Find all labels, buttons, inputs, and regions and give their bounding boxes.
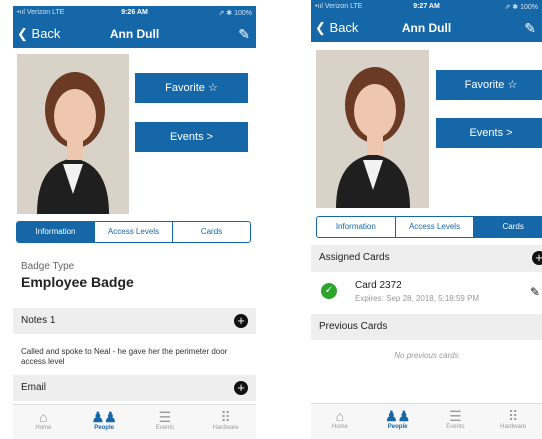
- tab-home-label: Home: [331, 424, 348, 430]
- tab-access-levels[interactable]: Access Levels: [394, 217, 474, 237]
- tab-people[interactable]: ♟♟ People: [74, 405, 135, 439]
- add-card-icon[interactable]: +: [532, 251, 542, 265]
- previous-cards-header: Previous Cards: [311, 314, 542, 340]
- battery-status: ⇗ ✱ 100%: [218, 10, 252, 17]
- tab-home-label: Home: [35, 425, 52, 431]
- profile-photo: [316, 50, 429, 208]
- tab-home[interactable]: ⌂ Home: [311, 404, 369, 439]
- home-icon: ⌂: [39, 409, 48, 425]
- tab-hardware-label: Hardware: [500, 424, 527, 430]
- battery-status: ⇗ ✱ 100%: [504, 4, 538, 11]
- badge-type-label: Badge Type: [21, 261, 75, 272]
- tab-events-label: Events: [155, 425, 175, 431]
- people-icon: ♟♟: [385, 408, 411, 424]
- edit-icon[interactable]: ✎: [238, 26, 250, 43]
- badge-type-value: Employee Badge: [21, 274, 134, 290]
- events-button[interactable]: Events >: [135, 122, 248, 152]
- favorite-button[interactable]: Favorite ☆: [135, 73, 248, 103]
- tab-information[interactable]: Information: [317, 217, 395, 237]
- favorite-button[interactable]: Favorite ☆: [436, 70, 542, 100]
- list-icon: ☰: [449, 408, 462, 424]
- list-icon: ☰: [158, 409, 172, 425]
- bottom-tab-bar: ⌂ Home ♟♟ People ☰ Events ⠿ Hardware: [311, 403, 542, 439]
- add-email-icon[interactable]: +: [234, 381, 248, 395]
- profile-photo: [17, 54, 129, 214]
- notes-text: Called and spoke to Neal - he gave her t…: [21, 347, 228, 366]
- tab-hardware[interactable]: ⠿ Hardware: [195, 405, 256, 439]
- tab-people-label: People: [94, 425, 114, 431]
- empty-state-text: No previous cards: [394, 351, 459, 360]
- tab-hardware-label: Hardware: [212, 425, 239, 431]
- nav-bar: ❮ Back Ann Dull ✎: [311, 14, 542, 42]
- edit-card-icon[interactable]: ✎: [530, 285, 540, 299]
- tab-events-label: Events: [446, 424, 465, 430]
- email-section-header: Email +: [13, 375, 256, 401]
- edit-icon[interactable]: ✎: [524, 20, 536, 37]
- tab-cards[interactable]: Cards: [473, 217, 542, 237]
- tab-people[interactable]: ♟♟ People: [369, 404, 427, 439]
- assigned-cards-title: Assigned Cards: [319, 252, 390, 263]
- tab-cards[interactable]: Cards: [172, 222, 250, 242]
- nav-bar: ❮ Back Ann Dull ✎: [13, 20, 256, 48]
- home-icon: ⌂: [335, 408, 345, 424]
- tab-events[interactable]: ☰ Events: [427, 404, 485, 439]
- tab-hardware[interactable]: ⠿ Hardware: [484, 404, 542, 439]
- tab-information[interactable]: Information: [17, 222, 94, 242]
- notes-title: Notes 1: [21, 315, 56, 326]
- grid-icon: ⠿: [507, 408, 519, 424]
- events-button[interactable]: Events >: [436, 118, 542, 148]
- tab-events[interactable]: ☰ Events: [135, 405, 196, 439]
- tab-people-label: People: [387, 424, 408, 430]
- segmented-tabs: Information Access Levels Cards: [16, 221, 251, 243]
- bottom-tab-bar: ⌂ Home ♟♟ People ☰ Events ⠿ Hardware: [13, 404, 256, 439]
- notes-section-header: Notes 1 +: [13, 308, 256, 334]
- card-row[interactable]: ✓ Card 2372 Expires: Sep 28, 2018, 5:18:…: [311, 276, 542, 310]
- people-icon: ♟♟: [91, 409, 117, 425]
- checkmark-icon: ✓: [321, 283, 337, 299]
- page-title: Ann Dull: [109, 27, 160, 41]
- tab-access-levels[interactable]: Access Levels: [94, 222, 172, 242]
- page-title: Ann Dull: [401, 21, 452, 35]
- card-name: Card 2372: [355, 280, 402, 291]
- phone-screen-cards: •ııl Verizon LTE 9:27 AM ⇗ ✱ 100% ❮ Back…: [311, 0, 542, 439]
- grid-icon: ⠿: [220, 409, 231, 425]
- email-title: Email: [21, 382, 47, 393]
- assigned-cards-header: Assigned Cards +: [311, 245, 542, 272]
- status-bar: •ııl Verizon LTE 9:27 AM ⇗ ✱ 100%: [311, 0, 542, 14]
- phone-screen-information: •ııl Verizon LTE 9:26 AM ⇗ ✱ 100% ❮ Back…: [13, 6, 256, 439]
- tab-home[interactable]: ⌂ Home: [13, 405, 74, 439]
- segmented-tabs: Information Access Levels Cards: [316, 216, 542, 238]
- add-note-icon[interactable]: +: [234, 314, 248, 328]
- card-expires: Expires: Sep 28, 2018, 5:18:59 PM: [355, 294, 480, 303]
- previous-cards-title: Previous Cards: [319, 321, 388, 332]
- status-bar: •ııl Verizon LTE 9:26 AM ⇗ ✱ 100%: [13, 6, 256, 20]
